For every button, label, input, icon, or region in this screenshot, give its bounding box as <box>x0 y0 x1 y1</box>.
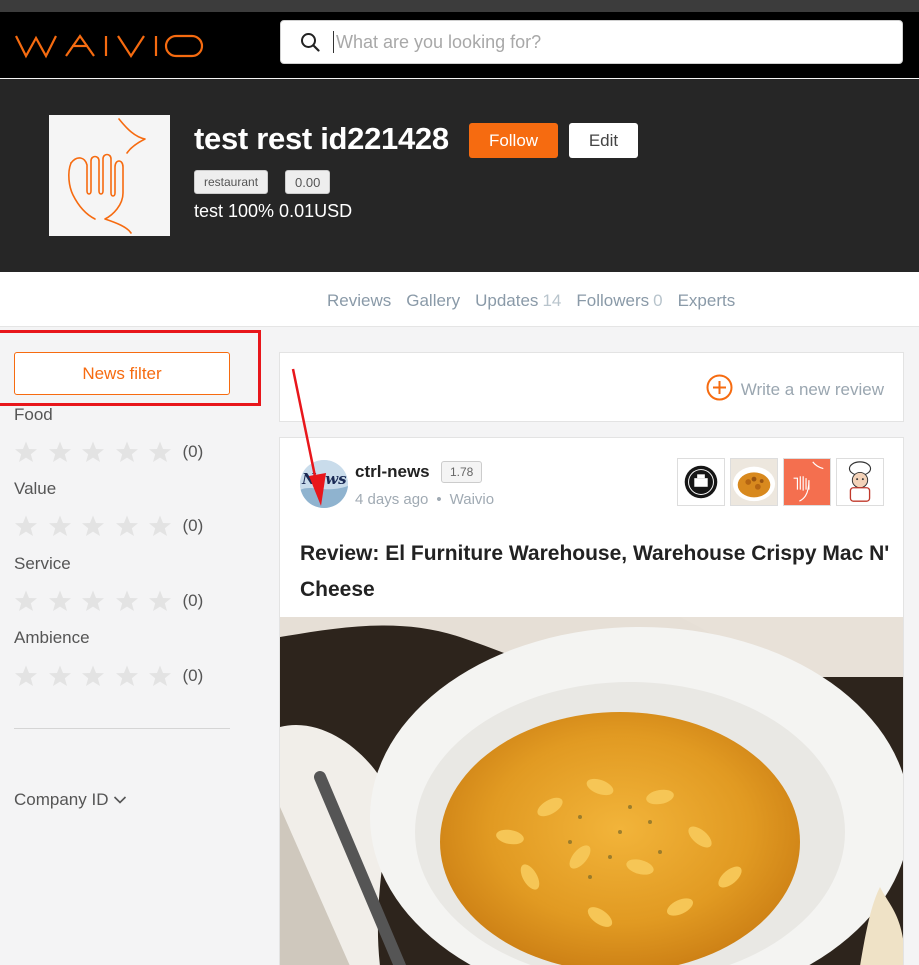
chevron-down-icon <box>113 795 127 805</box>
object-header: test rest id221428 Follow Edit restauran… <box>0 79 919 272</box>
star-icon[interactable] <box>148 589 172 613</box>
post-app[interactable]: Waivio <box>450 491 494 508</box>
star-icon[interactable] <box>81 664 105 688</box>
tab-gallery[interactable]: Gallery <box>406 291 460 311</box>
star-icon[interactable] <box>81 440 105 464</box>
edit-button[interactable]: Edit <box>569 123 638 158</box>
star-icon[interactable] <box>48 664 72 688</box>
search-bar[interactable] <box>280 20 903 64</box>
linked-object-test-rest[interactable] <box>783 458 831 506</box>
search-icon <box>299 31 321 53</box>
author-avatar[interactable]: News <box>300 460 348 508</box>
linked-object-mac-and-cheese[interactable] <box>730 458 778 506</box>
meta-separator: • <box>436 491 442 508</box>
post-time[interactable]: 4 days ago <box>355 491 428 508</box>
followers-count: 0 <box>653 291 663 310</box>
rating-stars-food[interactable]: (0) <box>14 440 203 464</box>
tab-updates[interactable]: Updates 14 <box>475 291 561 311</box>
waivio-logo[interactable] <box>14 32 204 65</box>
author-name[interactable]: ctrl-news <box>355 462 430 482</box>
rating-count: (0) <box>182 442 204 461</box>
star-icon[interactable] <box>148 514 172 538</box>
rating-stars-service[interactable]: (0) <box>14 589 203 613</box>
star-icon[interactable] <box>115 664 139 688</box>
star-icon[interactable] <box>115 440 139 464</box>
browser-top-strip <box>0 0 919 12</box>
tab-experts[interactable]: Experts <box>678 291 736 311</box>
object-tabs: Reviews Gallery Updates 14 Followers 0 Exp… <box>0 272 919 327</box>
object-title: test rest id221428 <box>194 121 449 156</box>
sidebar-divider <box>14 728 230 729</box>
rating-label-value: Value <box>14 479 57 498</box>
object-type-tag[interactable]: restaurant <box>194 170 269 194</box>
rating-count: (0) <box>182 591 204 610</box>
updates-count: 14 <box>542 291 562 310</box>
plus-circle-icon <box>706 374 733 406</box>
linked-object-chef[interactable] <box>836 458 884 506</box>
object-description: test 100% 0.01USD <box>194 201 353 221</box>
write-review-label: Write a new review <box>740 380 884 399</box>
rating-count: (0) <box>182 666 204 685</box>
rating-stars-value[interactable]: (0) <box>14 514 203 538</box>
rating-label-ambience: Ambience <box>14 628 90 647</box>
star-icon[interactable] <box>48 440 72 464</box>
star-icon[interactable] <box>115 589 139 613</box>
star-icon[interactable] <box>14 589 38 613</box>
object-avatar[interactable] <box>49 115 170 236</box>
rating-stars-ambience[interactable]: (0) <box>14 664 203 688</box>
rating-count: (0) <box>182 516 204 535</box>
tab-followers[interactable]: Followers 0 <box>576 291 662 311</box>
top-bar <box>0 12 919 78</box>
rating-label-service: Service <box>14 554 71 573</box>
star-icon[interactable] <box>81 589 105 613</box>
company-id-toggle[interactable]: Company ID <box>14 790 127 810</box>
left-sidebar: News filter Food (0) Value (0) Service (… <box>0 328 261 965</box>
star-icon[interactable] <box>148 664 172 688</box>
linked-objects <box>677 458 889 506</box>
reputation-badge: 1.78 <box>441 461 483 483</box>
author-avatar-text: News <box>301 470 347 488</box>
rating-label-food: Food <box>14 405 53 424</box>
star-icon[interactable] <box>48 589 72 613</box>
hand-logo-icon <box>68 118 146 234</box>
post-title[interactable]: Review: El Furniture Warehouse, Warehous… <box>300 536 890 608</box>
search-input[interactable] <box>333 31 873 53</box>
write-review-button[interactable]: Write a new review <box>706 374 884 406</box>
linked-object-furniture-warehouse[interactable] <box>677 458 725 506</box>
tab-reviews[interactable]: Reviews <box>327 291 391 311</box>
review-post: News ctrl-news 1.78 4 days ago • Waivio Re… <box>279 437 904 965</box>
object-rating-tag: 0.00 <box>285 170 331 194</box>
star-icon[interactable] <box>81 514 105 538</box>
follow-button[interactable]: Follow <box>469 123 558 158</box>
post-meta: 4 days ago • Waivio <box>355 491 494 508</box>
post-image[interactable] <box>280 617 903 965</box>
star-icon[interactable] <box>48 514 72 538</box>
star-icon[interactable] <box>148 440 172 464</box>
star-icon[interactable] <box>115 514 139 538</box>
company-id-label: Company ID <box>14 790 109 809</box>
star-icon[interactable] <box>14 514 38 538</box>
write-review-panel: Write a new review <box>279 352 904 422</box>
annotation-highlight-box <box>0 330 261 406</box>
star-icon[interactable] <box>14 664 38 688</box>
star-icon[interactable] <box>14 440 38 464</box>
